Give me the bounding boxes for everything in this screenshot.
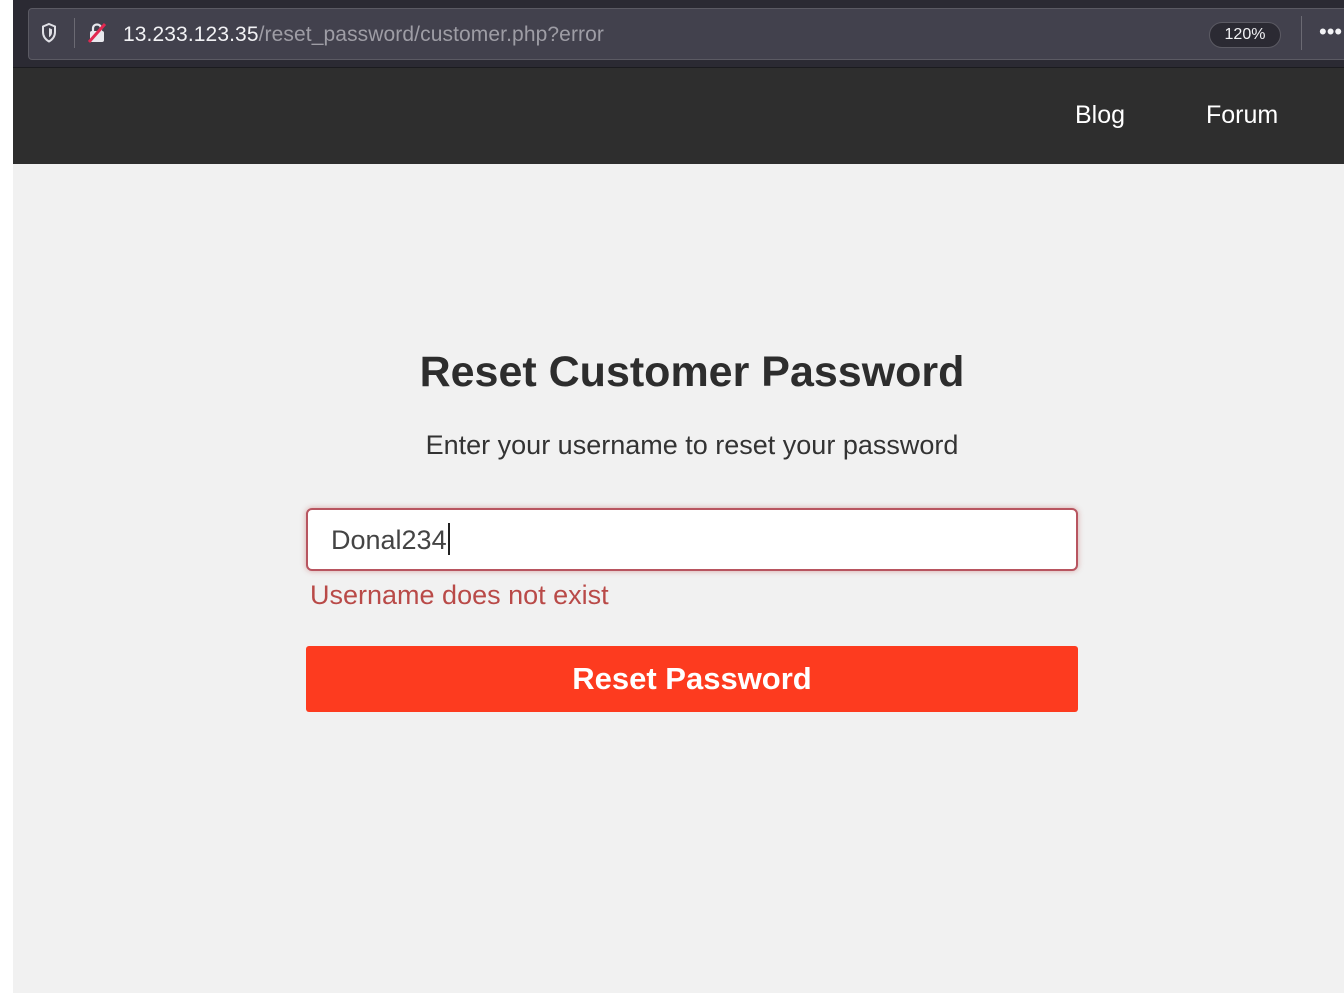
url-host: 13.233.123.35 [123, 23, 259, 46]
reset-password-button[interactable]: Reset Password [306, 646, 1078, 712]
more-dots-icon[interactable]: ••• [1319, 19, 1342, 45]
nav-link-blog[interactable]: Blog [1075, 99, 1125, 131]
username-value: Donal234 [331, 525, 447, 555]
page-subtitle: Enter your username to reset your passwo… [425, 430, 959, 460]
url-path: /reset_password/customer.php?error [258, 23, 605, 46]
browser-window: 13.233.123.35/reset_password/customer.ph… [13, 0, 1344, 993]
username-input[interactable]: Donal234 [306, 508, 1078, 571]
page-title: Reset Customer Password [419, 348, 965, 396]
shield-icon[interactable] [41, 22, 57, 44]
text-caret [447, 523, 450, 555]
url-text[interactable]: 13.233.123.35/reset_password/customer.ph… [123, 22, 604, 48]
username-input-text: Donal234 [331, 523, 450, 557]
site-navbar: Blog Forum [13, 68, 1344, 164]
zoom-indicator[interactable]: 120% [1209, 22, 1281, 48]
toolbar-divider [1301, 16, 1302, 50]
browser-toolbar: 13.233.123.35/reset_password/customer.ph… [13, 0, 1344, 68]
address-bar-divider [74, 18, 75, 48]
nav-link-forum[interactable]: Forum [1206, 99, 1278, 131]
error-message: Username does not exist [310, 580, 609, 610]
insecure-lock-icon[interactable] [87, 22, 107, 44]
